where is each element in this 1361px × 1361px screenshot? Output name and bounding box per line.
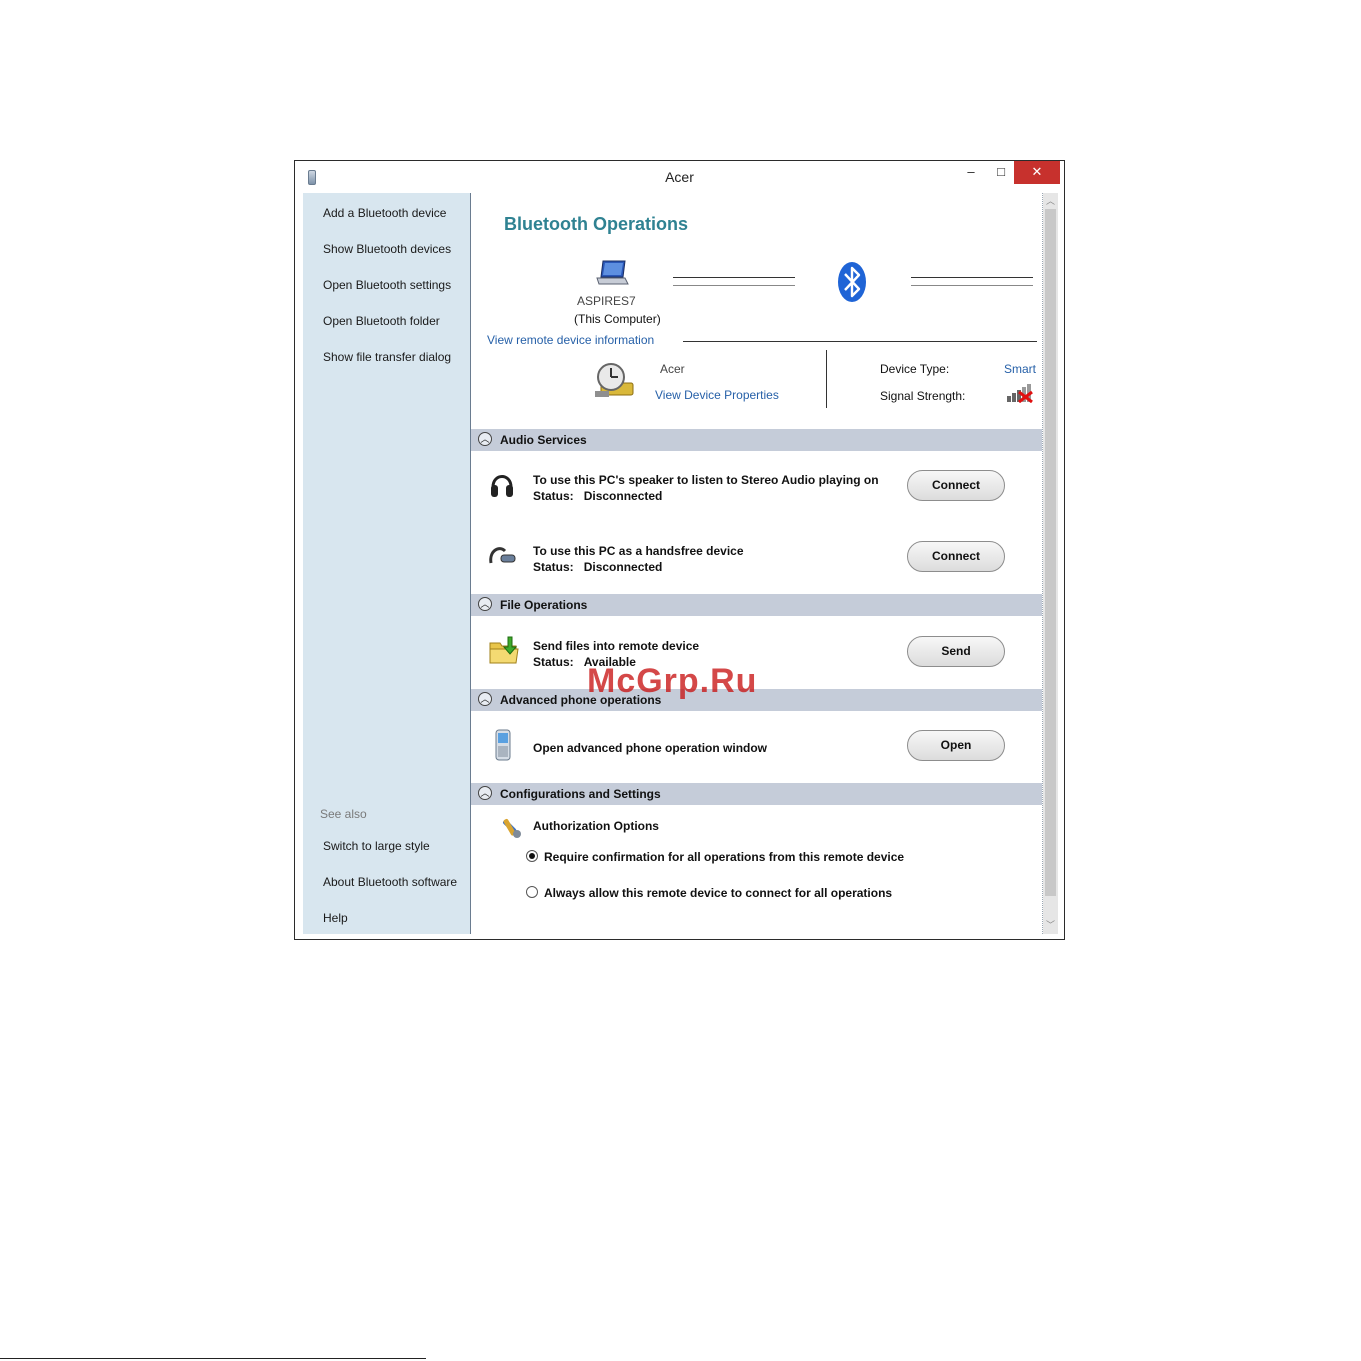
always-allow-label[interactable]: Always allow this remote device to conne… (544, 886, 892, 900)
main-panel: Bluetooth Operations ASPIRES7 (This Comp… (470, 193, 1043, 934)
laptop-icon (596, 260, 629, 285)
title-bar[interactable]: Acer – □ ✕ (295, 161, 1064, 192)
require-confirmation-label[interactable]: Require confirmation for all operations … (544, 850, 904, 864)
section-title: Configurations and Settings (500, 787, 661, 801)
send-button[interactable]: Send (907, 636, 1005, 667)
signal-strength-label: Signal Strength: (880, 389, 966, 403)
headset-icon (489, 547, 516, 564)
view-remote-device-link[interactable]: View remote device information (487, 333, 654, 347)
computer-name: ASPIRES7 (577, 294, 636, 308)
sidebar-item-large-style[interactable]: Switch to large style (323, 839, 430, 853)
connect-handsfree-button[interactable]: Connect (907, 541, 1005, 572)
collapse-icon[interactable]: ︿ (478, 692, 492, 706)
sidebar-item-add-device[interactable]: Add a Bluetooth device (323, 206, 446, 220)
see-also-label: See also (320, 807, 367, 821)
signal-strength-icon (1007, 384, 1033, 403)
maximize-button[interactable]: □ (987, 161, 1015, 184)
link-line-top-right (911, 277, 1033, 278)
scroll-up-arrow-icon[interactable]: ︿ (1043, 194, 1058, 208)
send-files-text: Send files into remote device (533, 639, 700, 653)
device-type-value[interactable]: Smart (1004, 362, 1036, 376)
require-confirmation-radio[interactable] (526, 850, 538, 862)
scroll-down-arrow-icon[interactable]: ﹀ (1043, 918, 1058, 932)
always-allow-radio[interactable] (526, 886, 538, 898)
close-button[interactable]: ✕ (1014, 161, 1060, 184)
headphones-icon (491, 475, 513, 497)
sidebar-item-help[interactable]: Help (323, 911, 348, 925)
task-sidebar: Add a Bluetooth device Show Bluetooth de… (303, 193, 470, 934)
collapse-icon[interactable]: ︿ (478, 432, 492, 446)
sidebar-item-about[interactable]: About Bluetooth software (323, 875, 457, 889)
collapse-icon[interactable]: ︿ (478, 786, 492, 800)
sidebar-item-show-devices[interactable]: Show Bluetooth devices (323, 242, 451, 256)
handsfree-text: To use this PC as a handsfree device (533, 544, 744, 558)
stereo-audio-text: To use this PC's speaker to listen to St… (533, 473, 879, 487)
bluetooth-icon (838, 262, 866, 302)
footnote-rule (0, 1358, 426, 1359)
computer-note: (This Computer) (574, 312, 661, 326)
device-type-label: Device Type: (880, 362, 950, 376)
sidebar-item-open-folder[interactable]: Open Bluetooth folder (323, 314, 440, 328)
handsfree-status: Status: Disconnected (533, 560, 663, 574)
send-files-folder-icon (489, 636, 519, 664)
section-title: Audio Services (500, 433, 587, 447)
connect-stereo-button[interactable]: Connect (907, 470, 1005, 501)
window-title: Acer (665, 169, 694, 185)
link-line-bottom-right (911, 285, 1033, 286)
audio-services-header[interactable]: ︿ Audio Services (471, 429, 1042, 451)
link-line-bottom-left (673, 285, 795, 286)
authorization-tools-icon (503, 818, 521, 838)
sidebar-item-file-transfer[interactable]: Show file transfer dialog (323, 350, 451, 364)
open-button[interactable]: Open (907, 730, 1005, 761)
minimize-button[interactable]: – (957, 161, 985, 184)
link-line-top-left (673, 277, 795, 278)
remote-divider (683, 341, 1037, 342)
configurations-header[interactable]: ︿ Configurations and Settings (471, 783, 1042, 805)
authorization-options-title: Authorization Options (533, 819, 659, 833)
page-title: Bluetooth Operations (504, 214, 688, 234)
stereo-audio-status: Status: Disconnected (533, 489, 663, 503)
sidebar-item-open-settings[interactable]: Open Bluetooth settings (323, 278, 451, 292)
remote-device-name: Acer (660, 362, 685, 376)
mobile-phone-icon (495, 729, 511, 761)
file-operations-header[interactable]: ︿ File Operations (471, 594, 1042, 616)
watermark: McGrp.Ru (587, 662, 758, 700)
view-device-properties-link[interactable]: View Device Properties (655, 388, 779, 402)
advanced-phone-text: Open advanced phone operation window (533, 741, 768, 755)
remote-device-icon (595, 363, 634, 397)
collapse-icon[interactable]: ︿ (478, 597, 492, 611)
vertical-scrollbar[interactable]: ︿ ﹀ (1043, 193, 1058, 934)
remote-info-divider (826, 350, 827, 408)
app-window: Acer – □ ✕ Add a Bluetooth device Show B… (294, 160, 1065, 940)
section-title: File Operations (500, 598, 588, 612)
scroll-thumb[interactable] (1045, 209, 1056, 896)
